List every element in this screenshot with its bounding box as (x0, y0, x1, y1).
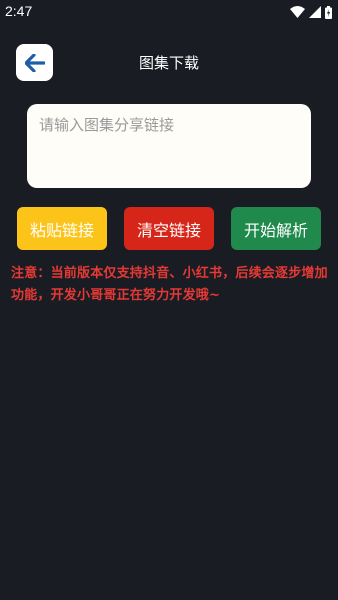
paste-link-button[interactable]: 粘贴链接 (17, 207, 107, 250)
status-icons (290, 4, 332, 20)
share-link-input[interactable] (27, 104, 311, 188)
battery-icon (325, 5, 332, 19)
signal-icon (309, 6, 321, 18)
wifi-icon (290, 6, 305, 18)
notice-text: 注意：当前版本仅支持抖音、小红书，后续会逐步增加功能，开发小哥哥正在努力开发哦~ (11, 266, 328, 303)
start-parse-button[interactable]: 开始解析 (231, 207, 321, 250)
page-title: 图集下载 (138, 54, 199, 72)
clear-link-button[interactable]: 清空链接 (124, 207, 214, 250)
status-bar: 2:47 (0, 0, 338, 24)
status-time: 2:47 (5, 3, 33, 19)
